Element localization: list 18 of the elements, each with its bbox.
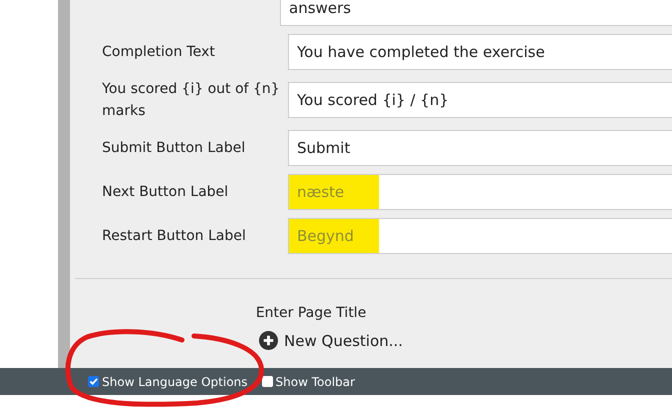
text-field[interactable]: You have completed the exercise xyxy=(288,34,672,70)
text-field[interactable]: You scored {i} / {n} xyxy=(288,82,672,118)
text-field[interactable]: næste xyxy=(288,174,672,210)
text-field[interactable]: answers xyxy=(280,0,672,26)
page-title: Enter Page Title xyxy=(256,305,366,321)
checkbox-icon xyxy=(262,376,273,387)
field-label: Restart Button Label xyxy=(102,227,247,246)
text-field[interactable]: Begynd xyxy=(288,218,672,254)
field-label: You scored {i} out of {n} marks xyxy=(102,80,281,121)
new-question-button[interactable]: New Question... xyxy=(259,331,403,350)
checkbox-icon xyxy=(88,376,99,387)
option-checkbox[interactable]: Show Toolbar xyxy=(262,374,355,388)
plus-circle-icon xyxy=(259,331,278,350)
field-label: Submit Button Label xyxy=(102,139,246,158)
text-field[interactable]: Submit xyxy=(288,130,672,166)
option-checkbox[interactable]: Show Language Options xyxy=(88,374,248,388)
field-label: Completion Text xyxy=(102,43,216,62)
field-label: Next Button Label xyxy=(102,183,230,202)
